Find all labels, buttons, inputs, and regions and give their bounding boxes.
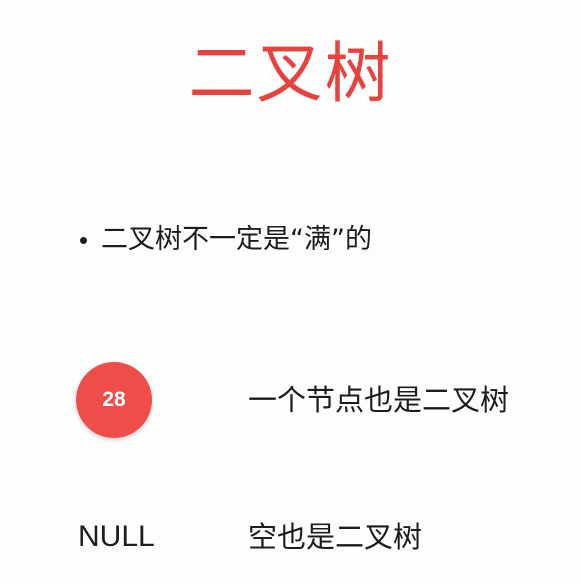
tree-node: 28 <box>76 362 152 438</box>
bullet-text: 二叉树不一定是“满”的 <box>101 224 372 255</box>
slide: 二叉树 二叉树不一定是“满”的 28 一个节点也是二叉树 NULL 空也是二叉树 <box>0 0 581 584</box>
node-value: 28 <box>102 388 126 411</box>
bullet-dot-icon <box>80 236 87 244</box>
null-label: NULL <box>78 520 155 553</box>
slide-title: 二叉树 <box>188 35 393 112</box>
bullet-point: 二叉树不一定是“满”的 <box>80 220 372 260</box>
empty-tree-caption: 空也是二叉树 <box>248 520 423 554</box>
single-node-caption: 一个节点也是二叉树 <box>248 383 510 417</box>
